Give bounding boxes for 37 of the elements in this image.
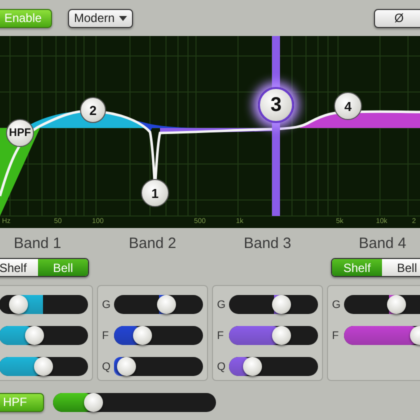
curve-mode-dropdown[interactable]: Modern [68,8,133,28]
slider-label: F [217,330,225,342]
slider-track[interactable] [0,326,88,345]
slider-thumb[interactable] [156,295,176,314]
phase-button[interactable]: Ø [374,8,420,28]
band-label: Band 1 [12,234,62,254]
slider-label: G [217,298,227,310]
filter-shape-option[interactable]: Shelf [0,259,38,276]
slider-label: Q [217,360,227,372]
slider-label: G [102,298,112,310]
slider-thumb[interactable] [84,392,104,412]
slider-track[interactable] [53,392,216,412]
slider-thumb[interactable] [133,326,152,345]
slider-thumb[interactable] [386,295,406,314]
slider-track[interactable] [114,326,203,345]
filter-shape-option[interactable]: Bell [382,259,420,276]
slider-thumb[interactable] [272,326,292,345]
slider-track[interactable] [114,295,203,314]
slider-label: Q [102,360,112,372]
slider-track[interactable] [344,326,420,345]
slider-thumb[interactable] [9,295,28,314]
slider-track[interactable] [229,357,318,376]
slider-track[interactable] [0,295,88,314]
slider-label: F [332,330,340,342]
slider-track[interactable] [0,357,88,376]
slider-thumb[interactable] [272,295,292,314]
slider-track[interactable] [229,295,318,314]
band-label: Band 3 [242,234,292,254]
slider-track[interactable] [229,326,318,345]
band-label: Band 2 [128,234,178,254]
slider-label: F [102,330,110,342]
slider-thumb[interactable] [116,357,136,376]
caret-icon [118,16,127,20]
slider-track[interactable] [344,295,420,314]
slider-track[interactable] [114,357,203,376]
band-label: Band 4 [358,234,408,254]
slider-label: G [332,298,342,310]
